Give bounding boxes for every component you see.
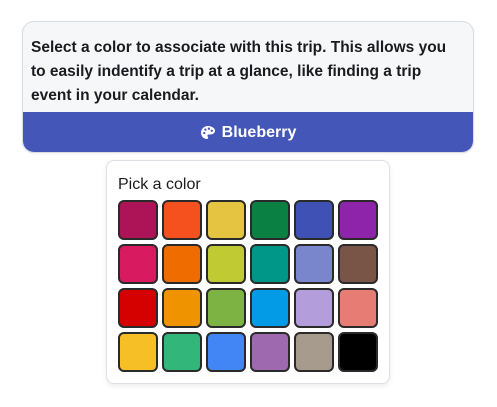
color-swatch[interactable]: [162, 244, 202, 284]
color-picker-popover: Pick a color: [106, 160, 390, 384]
color-select-label: Blueberry: [221, 123, 297, 141]
color-swatch[interactable]: [250, 332, 290, 372]
color-swatch[interactable]: [162, 288, 202, 328]
color-swatch[interactable]: [294, 200, 334, 240]
color-swatch[interactable]: [338, 332, 378, 372]
color-swatch[interactable]: [294, 244, 334, 284]
color-swatch[interactable]: [250, 288, 290, 328]
color-swatch[interactable]: [250, 200, 290, 240]
color-swatch[interactable]: [206, 200, 246, 240]
color-swatch[interactable]: [338, 244, 378, 284]
color-swatch[interactable]: [206, 244, 246, 284]
color-swatch[interactable]: [294, 332, 334, 372]
color-swatch-grid: [118, 200, 378, 372]
color-swatch[interactable]: [294, 288, 334, 328]
trip-color-card: Select a color to associate with this tr…: [22, 21, 474, 153]
color-select-button[interactable]: Blueberry: [23, 112, 473, 152]
color-swatch[interactable]: [162, 200, 202, 240]
color-swatch[interactable]: [338, 200, 378, 240]
color-swatch[interactable]: [118, 288, 158, 328]
color-picker-title: Pick a color: [118, 176, 201, 193]
color-swatch[interactable]: [118, 332, 158, 372]
color-swatch[interactable]: [206, 288, 246, 328]
color-swatch[interactable]: [206, 332, 246, 372]
color-description: Select a color to associate with this tr…: [31, 39, 447, 104]
palette-icon: [200, 125, 216, 141]
color-swatch[interactable]: [118, 200, 158, 240]
color-swatch[interactable]: [338, 288, 378, 328]
color-swatch[interactable]: [162, 332, 202, 372]
color-swatch[interactable]: [250, 244, 290, 284]
color-swatch[interactable]: [118, 244, 158, 284]
